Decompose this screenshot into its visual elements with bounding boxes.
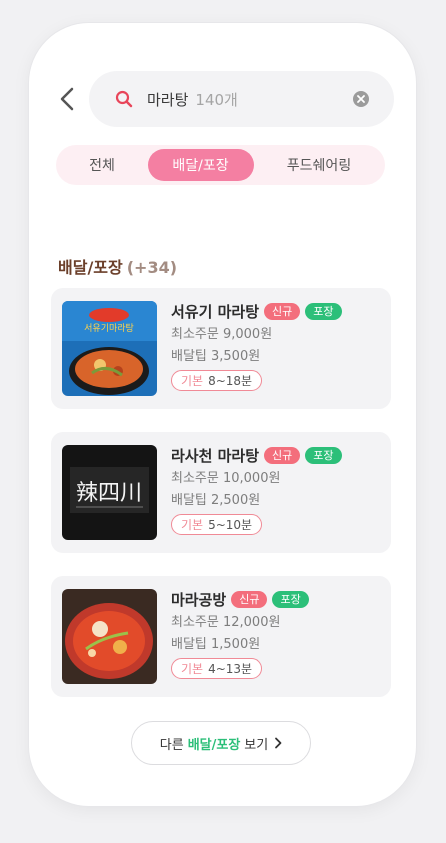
- restaurant-thumbnail: 서유기마라탕: [62, 301, 157, 396]
- badge-new: 신규: [231, 590, 268, 608]
- delivery-tip: 배달팁 2,500원: [171, 493, 261, 508]
- badge-new: 신규: [264, 446, 301, 464]
- search-query[interactable]: 마라탕: [147, 89, 188, 110]
- delivery-time-value: 4~13분: [208, 662, 253, 676]
- restaurant-thumbnail: [62, 589, 157, 684]
- delivery-time: 기본 5~10분: [171, 514, 263, 535]
- delivery-time: 기본 8~18분: [171, 370, 263, 391]
- tab-delivery-pickup[interactable]: 배달/포장: [147, 149, 254, 181]
- restaurant-name: 마라공방: [171, 590, 227, 609]
- delivery-time-value: 5~10분: [208, 518, 253, 532]
- restaurant-name: 라사천 마라탕: [171, 446, 260, 465]
- badge-pickup: 포장: [305, 446, 342, 464]
- thumbnail-text: 서유기마라탕: [84, 323, 134, 334]
- search-icon: [115, 90, 133, 108]
- restaurant-card[interactable]: 서유기마라탕 서유기 마라탕 신규 포장 최소주문 9,000원 배달팁 3,5…: [51, 288, 391, 409]
- delivery-tip: 배달팁 1,500원: [171, 637, 261, 652]
- delivery-time-value: 8~18분: [208, 374, 253, 388]
- tab-food-sharing[interactable]: 푸드쉐어링: [257, 149, 381, 181]
- section-title-label: 배달/포장: [58, 258, 123, 277]
- more-prefix: 다른: [159, 737, 184, 753]
- min-order: 최소주문 10,000원: [171, 471, 281, 486]
- restaurant-name: 서유기 마라탕: [171, 302, 260, 321]
- search-result-count: 140개: [195, 90, 238, 109]
- delivery-time-label: 기본: [181, 374, 204, 388]
- tab-all[interactable]: 전체: [60, 149, 144, 181]
- delivery-time-label: 기본: [181, 518, 204, 532]
- back-button[interactable]: [56, 86, 78, 112]
- category-tabs: 전체 배달/포장 푸드쉐어링: [56, 145, 385, 185]
- delivery-time-label: 기본: [181, 662, 204, 676]
- see-more-delivery-button[interactable]: 다른 배달/포장 보기: [131, 721, 311, 765]
- restaurant-thumbnail: 辣四川: [62, 445, 157, 540]
- badge-pickup: 포장: [305, 302, 342, 320]
- chevron-left-icon: [60, 87, 74, 111]
- clear-icon: [353, 91, 369, 107]
- section-title: 배달/포장 (+34): [58, 254, 177, 278]
- section-extra-count: (+34): [126, 258, 178, 277]
- badge-pickup: 포장: [272, 590, 309, 608]
- more-highlight: 배달/포장: [187, 737, 241, 753]
- restaurant-card[interactable]: 마라공방 신규 포장 최소주문 12,000원 배달팁 1,500원 기본 4~…: [51, 576, 391, 697]
- restaurant-card[interactable]: 辣四川 라사천 마라탕 신규 포장 최소주문 10,000원 배달팁 2,500…: [51, 432, 391, 553]
- search-bar[interactable]: 마라탕 140개: [89, 71, 394, 127]
- clear-search-button[interactable]: [352, 90, 370, 108]
- chevron-right-icon: [274, 737, 282, 749]
- more-suffix: 보기: [244, 737, 269, 753]
- badge-new: 신규: [264, 302, 301, 320]
- delivery-tip: 배달팁 3,500원: [171, 349, 261, 364]
- min-order: 최소주문 12,000원: [171, 615, 281, 630]
- min-order: 최소주문 9,000원: [171, 327, 273, 342]
- delivery-time: 기본 4~13분: [171, 658, 263, 679]
- thumbnail-text: 辣四川: [76, 481, 142, 506]
